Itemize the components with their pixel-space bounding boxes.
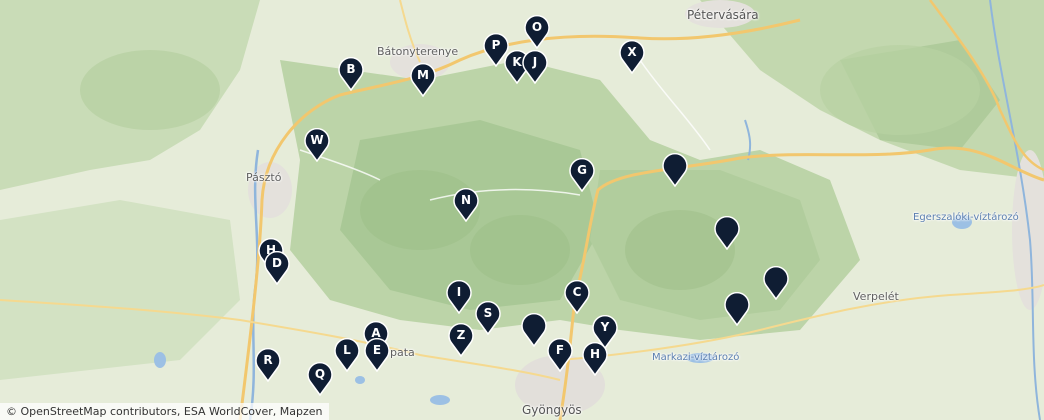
map-marker-unlabeled[interactable] xyxy=(521,313,547,347)
marker-label: R xyxy=(263,353,273,367)
map-marker-z[interactable]: Z xyxy=(448,323,474,357)
marker-label: I xyxy=(456,285,462,299)
place-label-verpelet: Verpelét xyxy=(853,290,899,303)
marker-label: D xyxy=(272,256,282,270)
map-marker-b[interactable]: B xyxy=(338,57,364,91)
map-marker-n[interactable]: N xyxy=(453,188,479,222)
map-marker-e[interactable]: E xyxy=(364,338,390,372)
marker-label: E xyxy=(372,343,382,357)
map-marker-j[interactable]: J xyxy=(522,50,548,84)
map-marker-m[interactable]: M xyxy=(410,63,436,97)
map-marker-unlabeled[interactable] xyxy=(714,216,740,250)
place-label-petervasara: Pétervására xyxy=(687,8,759,22)
marker-label: H xyxy=(589,347,601,361)
marker-label: C xyxy=(572,285,582,299)
map-marker-x[interactable]: X xyxy=(619,40,645,74)
marker-label: F xyxy=(555,343,565,357)
map-marker-s[interactable]: S xyxy=(475,301,501,335)
map-marker-c[interactable]: C xyxy=(564,280,590,314)
map-marker-f[interactable]: F xyxy=(547,338,573,372)
marker-label: B xyxy=(346,62,356,76)
marker-label: Q xyxy=(314,367,326,381)
map-marker-unlabeled[interactable] xyxy=(763,266,789,300)
map-marker-unlabeled[interactable] xyxy=(662,153,688,187)
map-marker-i[interactable]: I xyxy=(446,280,472,314)
marker-label: G xyxy=(577,163,587,177)
map-marker-w[interactable]: W xyxy=(304,128,330,162)
map-attribution: © OpenStreetMap contributors, ESA WorldC… xyxy=(0,403,329,420)
marker-label: L xyxy=(343,343,351,357)
map-marker-h[interactable]: H xyxy=(582,342,608,376)
marker-label: S xyxy=(483,306,493,320)
map-marker-unlabeled[interactable] xyxy=(724,292,750,326)
map-view[interactable]: Pétervására Bátonyterenye Pásztó Egersza… xyxy=(0,0,1044,420)
map-marker-o[interactable]: O xyxy=(524,15,550,49)
marker-label: N xyxy=(460,193,472,207)
place-label-egerszaloki-viztarozo: Egerszalóki-víztározó xyxy=(913,212,1019,223)
place-label-gyongyos: Gyöngyös xyxy=(522,403,582,417)
place-label-markazi-viztarozo: Markazi-víztározó xyxy=(652,352,740,363)
marker-label: M xyxy=(417,68,429,82)
map-marker-d[interactable]: D xyxy=(264,251,290,285)
marker-label: Y xyxy=(600,320,610,334)
marker-label: W xyxy=(310,133,324,147)
marker-label: J xyxy=(532,55,538,69)
map-marker-q[interactable]: Q xyxy=(307,362,333,396)
marker-label: Z xyxy=(456,328,466,342)
place-label-pata: pata xyxy=(390,346,415,359)
map-marker-l[interactable]: L xyxy=(334,338,360,372)
marker-label: X xyxy=(627,45,637,59)
map-marker-g[interactable]: G xyxy=(569,158,595,192)
place-label-batonyterenye: Bátonyterenye xyxy=(377,45,459,58)
marker-label: O xyxy=(531,20,543,34)
map-marker-r[interactable]: R xyxy=(255,348,281,382)
place-label-paszto: Pásztó xyxy=(246,171,282,184)
